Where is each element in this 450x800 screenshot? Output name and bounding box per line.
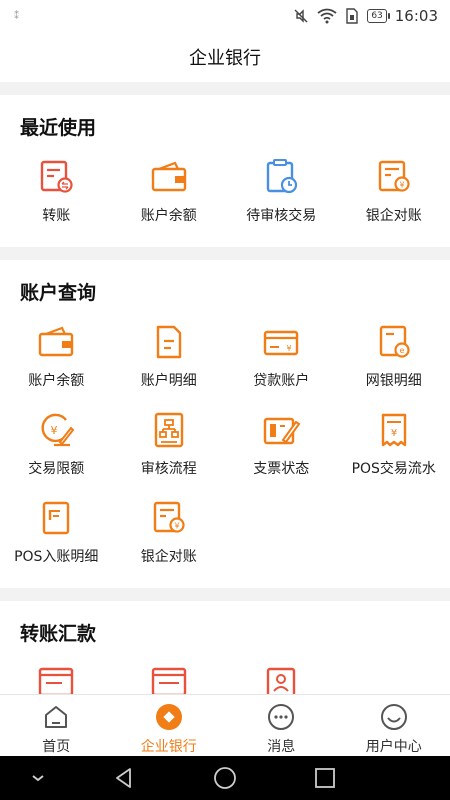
menu-item-label: 转账	[42, 208, 71, 224]
menu-item-label: 账户明细	[140, 373, 197, 389]
status-bar: ⁑ 63 16:03	[0, 0, 450, 32]
section-recent: 最近使用 转账 账户余额 待审核交易 ¥ 银企对账	[0, 95, 450, 247]
section-account-query: 账户查询 账户余额 账户明细 ¥ 贷款账户 e 网银明细 ¥ 交易限额 审核流程…	[0, 260, 450, 588]
cheque-icon	[264, 417, 301, 445]
transfer-icon	[41, 160, 73, 193]
page-title: 企业银行	[189, 48, 261, 69]
section-title: 账户查询	[20, 282, 97, 304]
menu-item-partial[interactable]	[225, 657, 338, 694]
menu-item-label: 网银明细	[365, 373, 422, 389]
menu-item-reconcile[interactable]: ¥ 银企对账	[113, 492, 226, 580]
pending-review-icon	[267, 159, 298, 194]
menu-item-label: 交易限额	[28, 461, 85, 477]
menu-item-pending-review[interactable]: 待审核交易	[225, 151, 338, 239]
tab-enterprise-bank[interactable]: 企业银行	[113, 695, 226, 756]
pos-receipt-icon: ¥	[381, 413, 406, 447]
transfer-icon	[39, 667, 74, 694]
back-icon[interactable]	[112, 766, 136, 790]
menu-item-label: POS入账明细	[14, 549, 99, 565]
tab-user-center[interactable]: 用户中心	[338, 695, 450, 756]
transfer-icon	[151, 667, 186, 694]
tab-messages[interactable]: 消息	[225, 695, 338, 756]
menu-item-label: POS交易流水	[351, 461, 436, 477]
svg-text:e: e	[399, 346, 404, 355]
message-icon	[268, 704, 295, 730]
menu-item-label: 账户余额	[28, 373, 85, 389]
flowchart-icon	[154, 412, 183, 448]
menu-item-label: 银企对账	[365, 208, 422, 224]
recent-grid: 转账 账户余额 待审核交易 ¥ 银企对账	[0, 151, 450, 239]
menu-item-trade-limit[interactable]: ¥ 交易限额	[0, 404, 113, 492]
reconcile-icon: ¥	[153, 501, 185, 533]
wallet-icon	[151, 161, 186, 192]
enterprise-bank-icon	[155, 704, 182, 730]
main-content[interactable]: 最近使用 转账 账户余额 待审核交易 ¥ 银企对账 账户查询 账户余额 账户明细…	[0, 82, 450, 694]
svg-text:¥: ¥	[399, 181, 404, 190]
section-title: 最近使用	[20, 117, 97, 139]
menu-item-account-detail[interactable]: 账户明细	[113, 316, 226, 404]
menu-item-partial[interactable]	[113, 657, 226, 694]
svg-text:¥: ¥	[51, 424, 58, 437]
reconcile-icon: ¥	[378, 160, 410, 192]
menu-item-reconcile[interactable]: ¥ 银企对账	[338, 151, 450, 239]
ebank-detail-icon: e	[379, 325, 410, 358]
tab-label: 消息	[267, 739, 296, 755]
menu-item-label: 审核流程	[140, 461, 197, 477]
menu-item-label: 账户余额	[140, 208, 197, 224]
mute-icon	[294, 9, 308, 23]
menu-item-loan-account[interactable]: ¥ 贷款账户	[225, 316, 338, 404]
svg-text:¥: ¥	[287, 344, 292, 353]
svg-text:¥: ¥	[391, 428, 397, 439]
pos-entry-icon	[43, 501, 70, 535]
sim-icon	[346, 8, 359, 24]
menu-item-account-balance[interactable]: 账户余额	[113, 151, 226, 239]
menu-item-label: 贷款账户	[253, 373, 310, 389]
status-indicator: ⁑	[14, 10, 19, 22]
menu-item-label: 待审核交易	[246, 208, 317, 224]
chevron-down-icon[interactable]	[26, 766, 50, 790]
header: 企业银行	[0, 32, 450, 82]
home-icon	[45, 706, 68, 728]
user-center-icon	[380, 704, 407, 730]
loan-card-icon: ¥	[264, 330, 299, 356]
system-nav-bar	[0, 756, 450, 800]
menu-item-cheque-status[interactable]: 支票状态	[225, 404, 338, 492]
menu-item-pos-entries[interactable]: POS入账明细	[0, 492, 113, 580]
account-query-grid: 账户余额 账户明细 ¥ 贷款账户 e 网银明细 ¥ 交易限额 审核流程 支票状态…	[0, 316, 450, 580]
transfer-icon	[267, 667, 296, 694]
menu-item-label: 银企对账	[140, 549, 197, 565]
tab-label: 用户中心	[365, 739, 422, 755]
menu-item-partial[interactable]	[0, 657, 113, 694]
menu-item-review-flow[interactable]: 审核流程	[113, 404, 226, 492]
bottom-tab-bar: 首页 企业银行 消息 用户中心	[0, 694, 450, 756]
menu-item-ebank-detail[interactable]: e 网银明细	[338, 316, 450, 404]
status-time: 16:03	[394, 7, 438, 25]
menu-item-pos-transactions[interactable]: ¥ POS交易流水	[338, 404, 450, 492]
svg-text:¥: ¥	[174, 522, 179, 531]
wallet-icon	[39, 326, 74, 357]
section-transfer-remit: 转账汇款	[0, 601, 450, 694]
limit-icon: ¥	[41, 413, 75, 447]
menu-item-label: 支票状态	[253, 461, 310, 477]
menu-item-transfer[interactable]: 转账	[0, 151, 113, 239]
battery-indicator: 63	[367, 9, 391, 23]
transfer-remit-grid	[0, 657, 450, 694]
tab-home[interactable]: 首页	[0, 695, 113, 756]
wifi-icon	[317, 8, 337, 24]
home-button-icon[interactable]	[213, 766, 237, 790]
document-icon	[156, 325, 181, 359]
recents-icon[interactable]	[313, 766, 337, 790]
section-title: 转账汇款	[20, 623, 97, 645]
menu-item-account-balance[interactable]: 账户余额	[0, 316, 113, 404]
tab-label: 首页	[42, 739, 71, 755]
tab-label: 企业银行	[140, 739, 197, 755]
